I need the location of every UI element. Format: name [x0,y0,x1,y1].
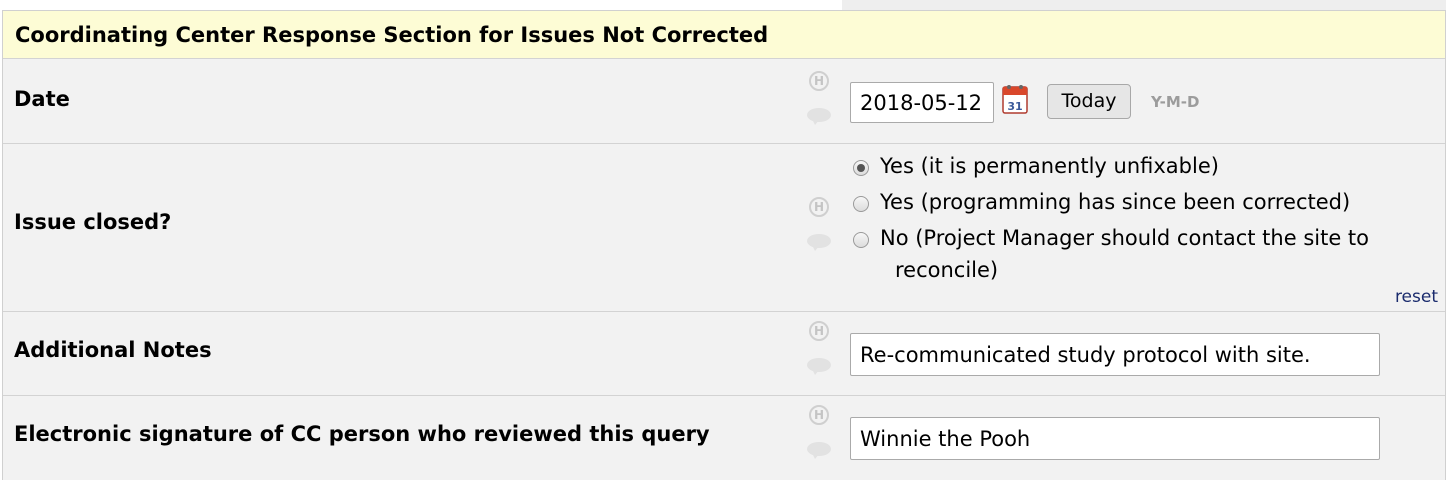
calendar-icon[interactable]: 31 [1002,84,1028,114]
comment-icon[interactable] [807,358,831,375]
date-data-cell: 31 Today Y-M-D [841,59,1445,143]
radio-option-2-label[interactable]: Yes (programming has since been correcte… [880,190,1350,214]
form-table: Coordinating Center Response Section for… [2,10,1446,480]
issue-closed-row: Issue closed? H Yes (it is permanently u… [3,144,1445,312]
radio-option-3-label-cont[interactable]: reconcile) [895,258,998,282]
top-strip [0,0,1446,10]
issue-closed-label-cell: Issue closed? H [3,144,841,311]
additional-notes-data-cell [841,312,1445,395]
comment-icon[interactable] [807,442,831,459]
date-label-cell: Date H [3,59,841,143]
section-header: Coordinating Center Response Section for… [3,11,1445,59]
radio-option-1-label[interactable]: Yes (it is permanently unfixable) [880,154,1219,178]
radio-option-3[interactable] [853,232,869,248]
reset-link[interactable]: reset [1395,287,1438,307]
signature-label-cell: Electronic signature of CC person who re… [3,396,841,480]
date-format-hint: Y-M-D [1151,93,1200,111]
signature-data-cell [841,396,1445,480]
radio-option-2[interactable] [853,196,869,212]
history-icon[interactable]: H [809,197,829,217]
radio-option-3-label[interactable]: No (Project Manager should contact the s… [880,226,1369,250]
signature-input[interactable] [850,417,1380,460]
history-icon[interactable]: H [809,405,829,425]
svg-text:31: 31 [1007,100,1022,113]
signature-row: Electronic signature of CC person who re… [3,396,1445,480]
additional-notes-row: Additional Notes H [3,312,1445,396]
additional-notes-label-cell: Additional Notes H [3,312,841,395]
radio-option-1[interactable] [853,160,869,176]
additional-notes-input[interactable] [850,333,1380,376]
signature-label: Electronic signature of CC person who re… [14,422,710,446]
history-icon[interactable]: H [809,321,829,341]
additional-notes-label: Additional Notes [14,338,212,362]
issue-closed-label: Issue closed? [14,210,172,234]
date-row: Date H 31 Today Y-M-D [3,59,1445,144]
top-strip-right [842,0,1446,10]
history-icon[interactable]: H [809,71,829,91]
comment-icon[interactable] [807,234,831,251]
today-button[interactable]: Today [1047,84,1131,119]
date-input[interactable] [850,82,994,123]
comment-icon[interactable] [807,108,831,125]
issue-closed-data-cell: Yes (it is permanently unfixable) Yes (p… [841,144,1445,311]
date-label: Date [14,87,70,111]
